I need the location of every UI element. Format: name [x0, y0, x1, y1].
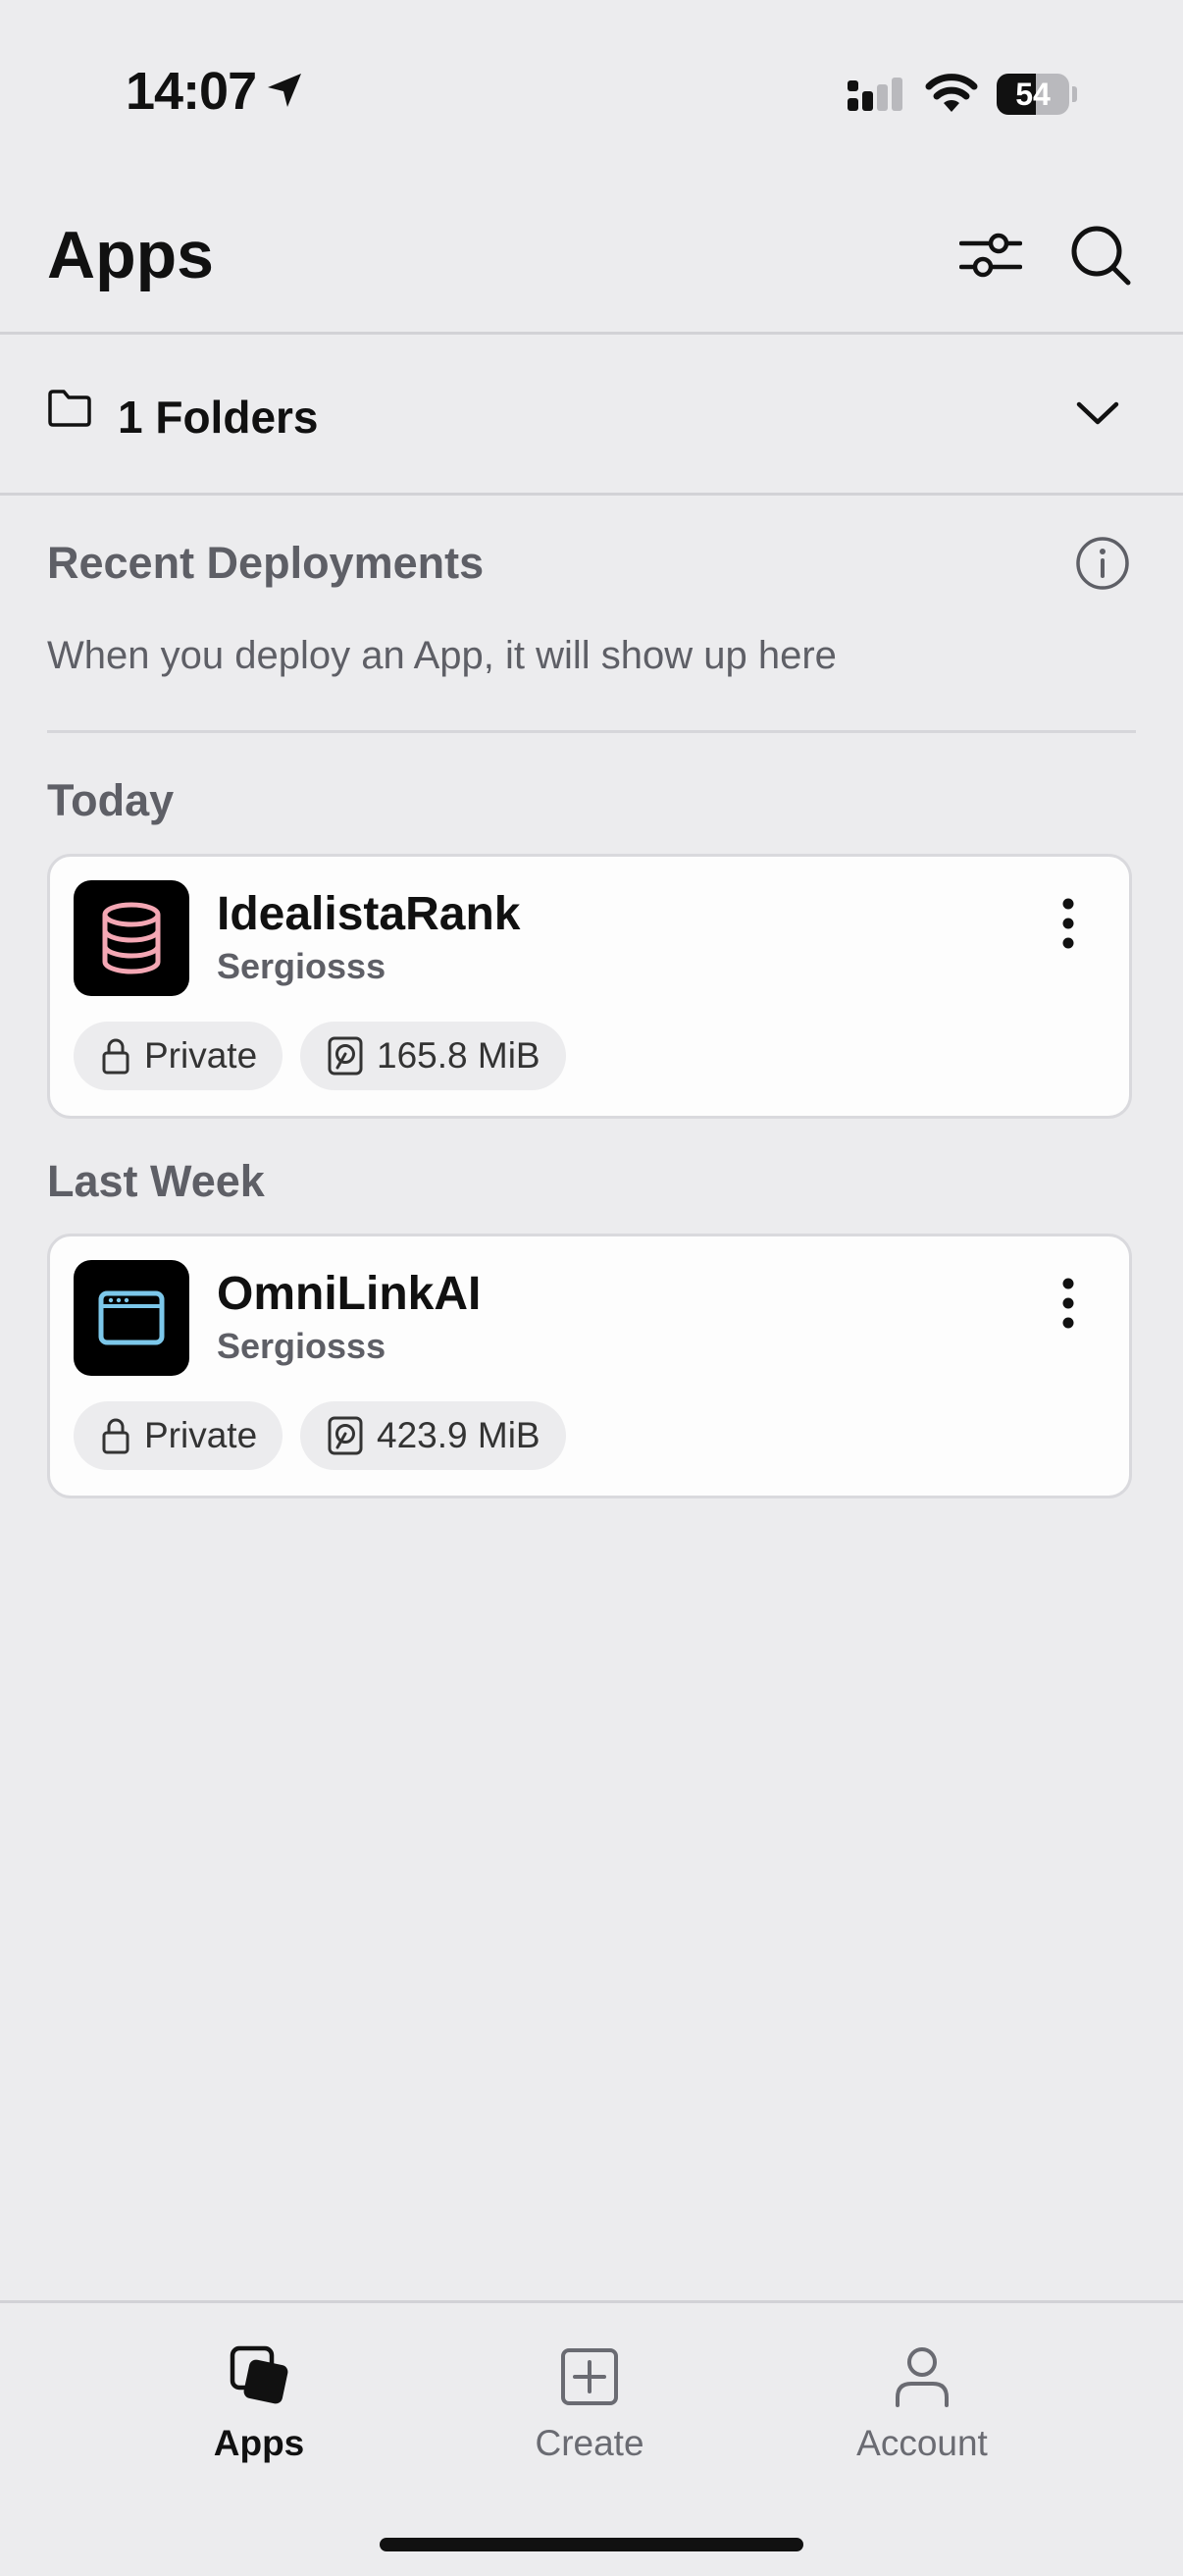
more-vertical-icon[interactable] — [1060, 896, 1076, 951]
nav-label: Account — [856, 2423, 988, 2463]
visibility-label: Private — [144, 1035, 258, 1076]
browser-window-icon — [98, 1290, 165, 1345]
app-card-idealistarank[interactable]: IdealistaRank Sergiosss Private 165.8 Mi… — [47, 854, 1132, 1119]
nav-item-apps[interactable]: Apps — [141, 2342, 377, 2464]
cellular-signal-icon — [848, 78, 902, 111]
search-icon[interactable] — [1069, 224, 1132, 287]
info-icon[interactable] — [1075, 536, 1130, 591]
home-indicator — [380, 2538, 803, 2551]
plus-square-icon — [561, 2348, 618, 2405]
battery-percent: 54 — [1015, 77, 1051, 112]
app-name: IdealistaRank — [217, 888, 521, 940]
chevron-down-icon[interactable] — [1075, 393, 1120, 432]
nav-label: Apps — [213, 2423, 305, 2463]
app-name: OmniLinkAI — [217, 1268, 482, 1320]
size-badge: 165.8 MiB — [300, 1022, 566, 1090]
app-owner: Sergiosss — [217, 946, 386, 986]
more-vertical-icon[interactable] — [1060, 1276, 1076, 1331]
size-badge: 423.9 MiB — [300, 1401, 566, 1470]
lock-icon — [102, 1418, 129, 1454]
person-icon — [896, 2347, 949, 2407]
app-card-omnilinkai[interactable]: OmniLinkAI Sergiosss Private 423.9 MiB — [47, 1234, 1132, 1498]
app-icon — [74, 880, 189, 996]
app-icon — [74, 1260, 189, 1376]
recent-deployments-title: Recent Deployments — [47, 538, 485, 588]
nav-item-account[interactable]: Account — [804, 2342, 1040, 2464]
battery-indicator: 54 — [997, 74, 1077, 115]
folders-row[interactable]: 1 Folders — [0, 334, 1183, 493]
status-bar: 14:07 54 — [0, 0, 1183, 186]
wifi-icon — [925, 74, 978, 112]
visibility-label: Private — [144, 1415, 258, 1455]
hard-drive-icon — [328, 1036, 363, 1076]
page-title: Apps — [47, 218, 214, 292]
visibility-badge: Private — [74, 1022, 283, 1090]
folders-label: 1 Folders — [118, 392, 319, 443]
database-icon — [102, 902, 161, 974]
nav-item-create[interactable]: Create — [472, 2342, 707, 2464]
nav-label: Create — [535, 2423, 644, 2463]
section-label-today: Today — [47, 775, 175, 825]
status-time: 14:07 — [126, 62, 257, 121]
folders-divider — [0, 493, 1183, 496]
recent-deployments-empty-message: When you deploy an App, it will show up … — [47, 634, 837, 677]
size-label: 165.8 MiB — [377, 1035, 540, 1076]
sliders-icon[interactable] — [959, 224, 1022, 287]
size-label: 423.9 MiB — [377, 1415, 540, 1455]
lock-icon — [102, 1038, 129, 1075]
recent-divider — [47, 730, 1136, 733]
section-label-last-week: Last Week — [47, 1156, 265, 1206]
app-owner: Sergiosss — [217, 1326, 386, 1366]
apps-stack-icon — [230, 2345, 288, 2404]
hard-drive-icon — [328, 1416, 363, 1455]
visibility-badge: Private — [74, 1401, 283, 1470]
bottom-nav: Apps Create Account — [0, 2300, 1183, 2576]
location-arrow-icon — [268, 74, 301, 107]
folder-icon — [48, 390, 91, 427]
